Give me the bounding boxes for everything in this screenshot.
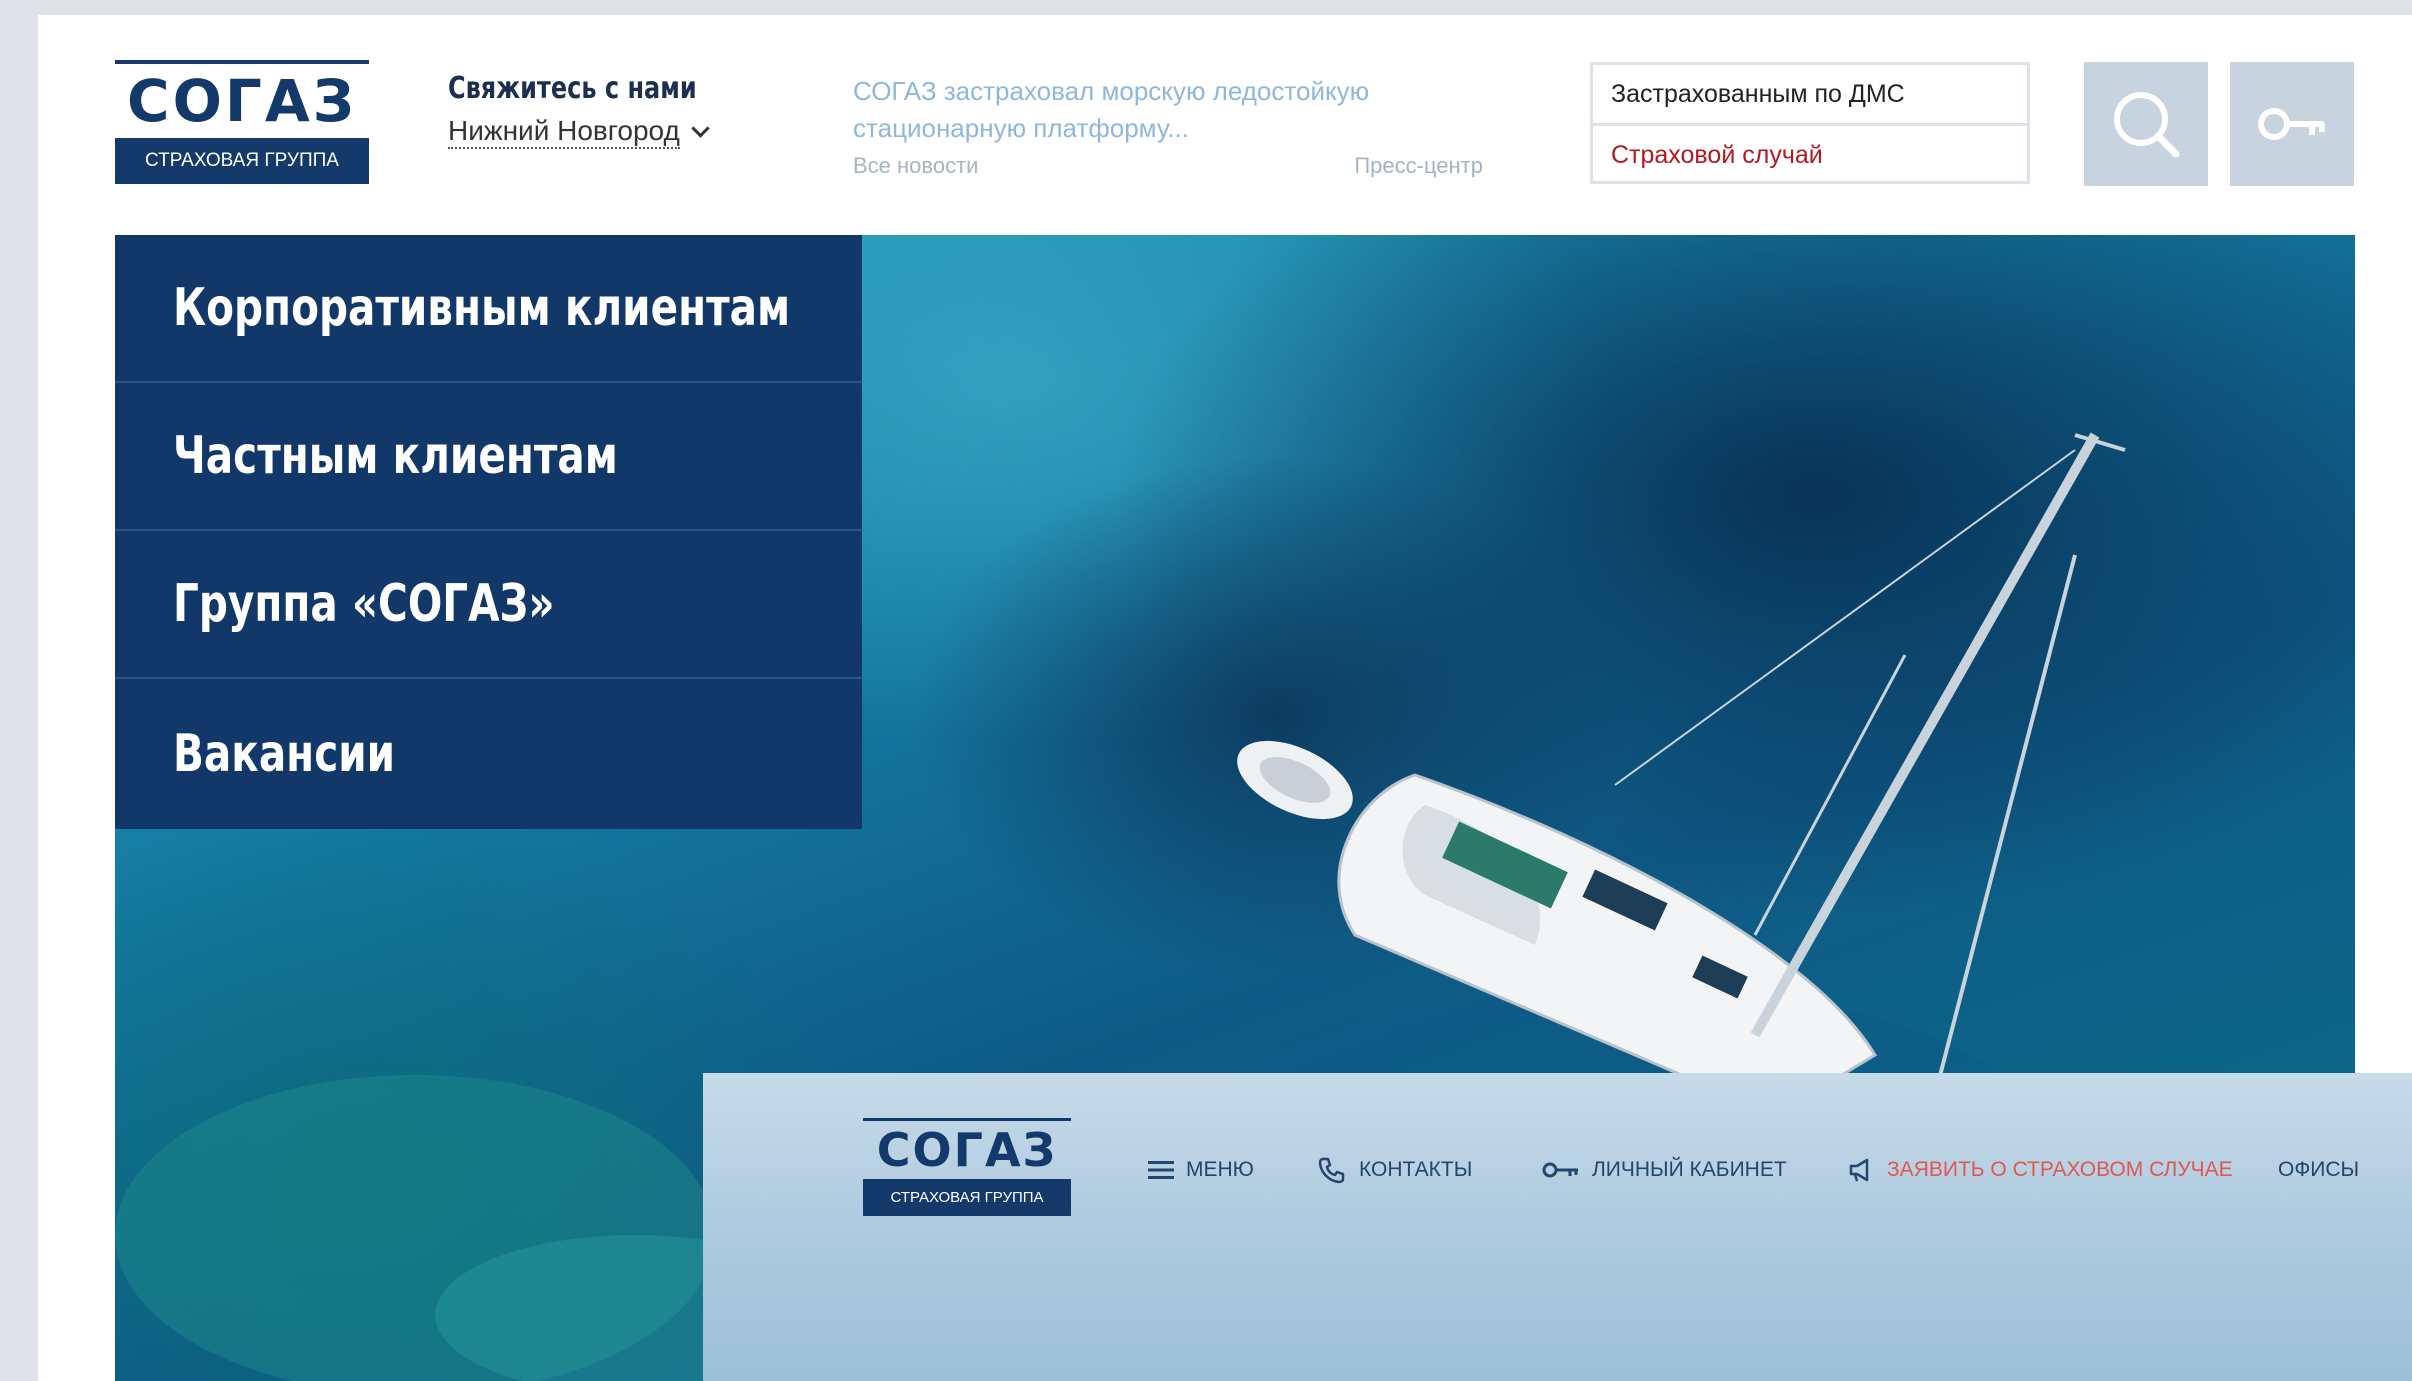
brand-logo[interactable]: СОГАЗ СТРАХОВАЯ ГРУППА [115, 60, 369, 184]
nav-offices-label: ОФИСЫ [2278, 1158, 2360, 1181]
city-label[interactable]: Нижний Новгород [448, 115, 680, 149]
logo-tagline: СТРАХОВАЯ ГРУППА [115, 138, 369, 184]
menu-item-vacancies[interactable]: Вакансии [115, 679, 862, 829]
megaphone-icon [1849, 1158, 1869, 1182]
nav-menu-label: МЕНЮ [1186, 1158, 1254, 1181]
logo-rule [863, 1118, 1071, 1121]
nav-contacts-label: КОНТАКТЫ [1359, 1158, 1473, 1181]
news-headline[interactable]: СОГАЗ застраховал морскую ледостойкую ст… [853, 73, 1483, 147]
key-icon [1542, 1162, 1578, 1178]
all-news-link[interactable]: Все новости [853, 153, 978, 179]
logo-tagline: СТРАХОВАЯ ГРУППА [863, 1179, 1071, 1216]
search-icon [2114, 92, 2180, 158]
nav-contacts[interactable]: КОНТАКТЫ [1317, 1150, 1472, 1190]
chevron-down-icon[interactable] [691, 119, 710, 138]
nav-cabinet[interactable]: ЛИЧНЫЙ КАБИНЕТ [1540, 1150, 1787, 1190]
news-ticker: СОГАЗ застраховал морскую ледостойкую ст… [853, 73, 1483, 179]
menu-item-private[interactable]: Частным клиентам [115, 383, 862, 531]
contact-title[interactable]: Свяжитесь с нами [448, 71, 697, 106]
logo-rule [115, 60, 369, 64]
sticky-brand-logo[interactable]: СОГАЗ СТРАХОВАЯ ГРУППА [863, 1118, 1071, 1216]
press-center-link[interactable]: Пресс-центр [1354, 153, 1483, 179]
logo-wordmark: СОГАЗ [127, 67, 357, 135]
nav-report-event[interactable]: ЗАЯВИТЬ О СТРАХОВОМ СЛУЧАЕ [1847, 1150, 2233, 1190]
dms-link[interactable]: Застрахованным по ДМС [1593, 65, 2027, 123]
nav-cabinet-label: ЛИЧНЫЙ КАБИНЕТ [1592, 1158, 1787, 1181]
login-button[interactable] [2230, 62, 2354, 186]
menu-item-label: Корпоративным клиентам [173, 278, 791, 338]
search-button[interactable] [2084, 62, 2208, 186]
nav-offices[interactable]: ОФИСЫ [2278, 1150, 2359, 1190]
menu-item-corporate[interactable]: Корпоративным клиентам [115, 235, 862, 383]
hamburger-icon [1148, 1161, 1174, 1179]
key-icon [2258, 108, 2325, 140]
phone-icon [1318, 1157, 1345, 1184]
news-links: Все новости Пресс-центр [853, 153, 1483, 179]
main-menu: Корпоративным клиентам Частным клиентам … [115, 235, 862, 829]
nav-report-label: ЗАЯВИТЬ О СТРАХОВОМ СЛУЧАЕ [1887, 1158, 2233, 1181]
insured-event-link[interactable]: Страховой случай [1593, 123, 2027, 184]
menu-item-label: Вакансии [173, 724, 396, 784]
nav-menu[interactable]: МЕНЮ [1148, 1150, 1254, 1190]
menu-item-label: Частным клиентам [173, 426, 618, 486]
city-selector[interactable]: Нижний Новгород [448, 115, 759, 149]
menu-item-group[interactable]: Группа «СОГАЗ» [115, 531, 862, 679]
menu-item-label: Группа «СОГАЗ» [173, 574, 555, 634]
logo-wordmark: СОГАЗ [876, 1123, 1058, 1177]
contact-block: Свяжитесь с нами Нижний Новгород [448, 71, 759, 149]
quick-links-box: Застрахованным по ДМС Страховой случай [1590, 62, 2030, 184]
